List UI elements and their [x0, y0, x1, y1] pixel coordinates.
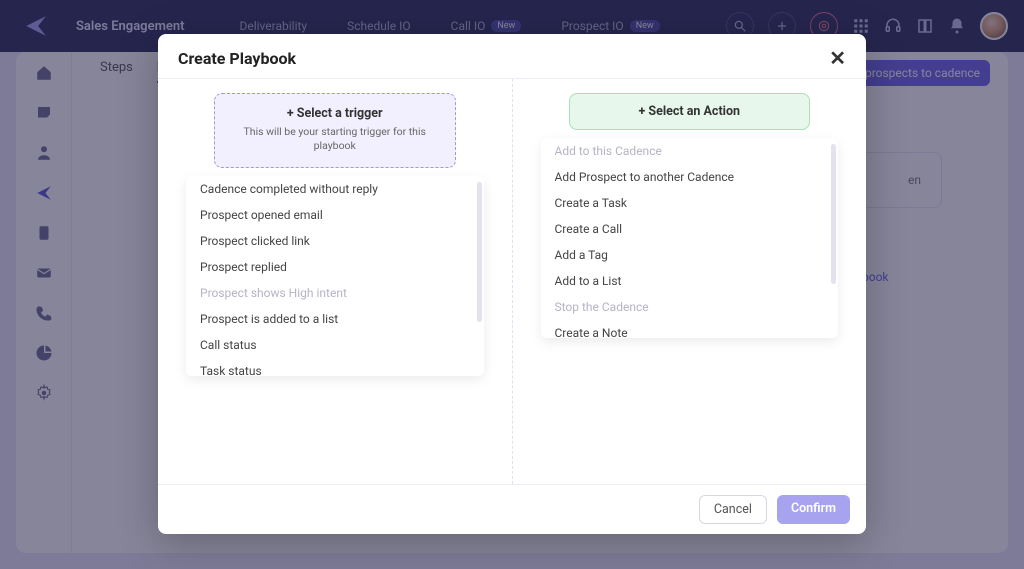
trigger-option[interactable]: Cadence completed without reply: [186, 176, 484, 202]
select-action-box[interactable]: + Select an Action: [569, 93, 811, 130]
close-icon[interactable]: ✕: [829, 48, 846, 68]
action-option-disabled: Stop the Cadence: [541, 294, 839, 320]
trigger-option-disabled: Prospect shows High intent: [186, 280, 484, 306]
trigger-option[interactable]: Call status: [186, 332, 484, 358]
modal-body: + Select a trigger This will be your sta…: [158, 79, 866, 484]
action-option[interactable]: Add to a List: [541, 268, 839, 294]
trigger-option[interactable]: Prospect is added to a list: [186, 306, 484, 332]
trigger-option[interactable]: Prospect opened email: [186, 202, 484, 228]
select-trigger-box[interactable]: + Select a trigger This will be your sta…: [214, 93, 456, 168]
action-option[interactable]: Create a Task: [541, 190, 839, 216]
action-option[interactable]: Add Prospect to another Cadence: [541, 164, 839, 190]
action-option[interactable]: Create a Note: [541, 320, 839, 338]
trigger-option[interactable]: Prospect clicked link: [186, 228, 484, 254]
create-playbook-modal: Create Playbook ✕ + Select a trigger Thi…: [158, 34, 866, 534]
trigger-option[interactable]: Task status: [186, 358, 484, 376]
modal-title: Create Playbook: [178, 49, 296, 68]
cancel-button[interactable]: Cancel: [699, 495, 767, 524]
confirm-button[interactable]: Confirm: [777, 495, 850, 524]
action-option[interactable]: Add a Tag: [541, 242, 839, 268]
action-option[interactable]: Create a Call: [541, 216, 839, 242]
trigger-column: + Select a trigger This will be your sta…: [158, 79, 513, 484]
select-trigger-subtitle: This will be your starting trigger for t…: [233, 125, 437, 153]
trigger-option[interactable]: Prospect replied: [186, 254, 484, 280]
action-column: + Select an Action Add to this Cadence A…: [513, 79, 867, 484]
select-trigger-title: + Select a trigger: [233, 106, 437, 121]
action-option-disabled: Add to this Cadence: [541, 138, 839, 164]
modal-footer: Cancel Confirm: [158, 484, 866, 534]
action-options: Add to this Cadence Add Prospect to anot…: [541, 138, 839, 338]
trigger-options: Cadence completed without reply Prospect…: [186, 176, 484, 376]
modal-overlay: Create Playbook ✕ + Select a trigger Thi…: [0, 0, 1024, 569]
modal-header: Create Playbook ✕: [158, 34, 866, 79]
